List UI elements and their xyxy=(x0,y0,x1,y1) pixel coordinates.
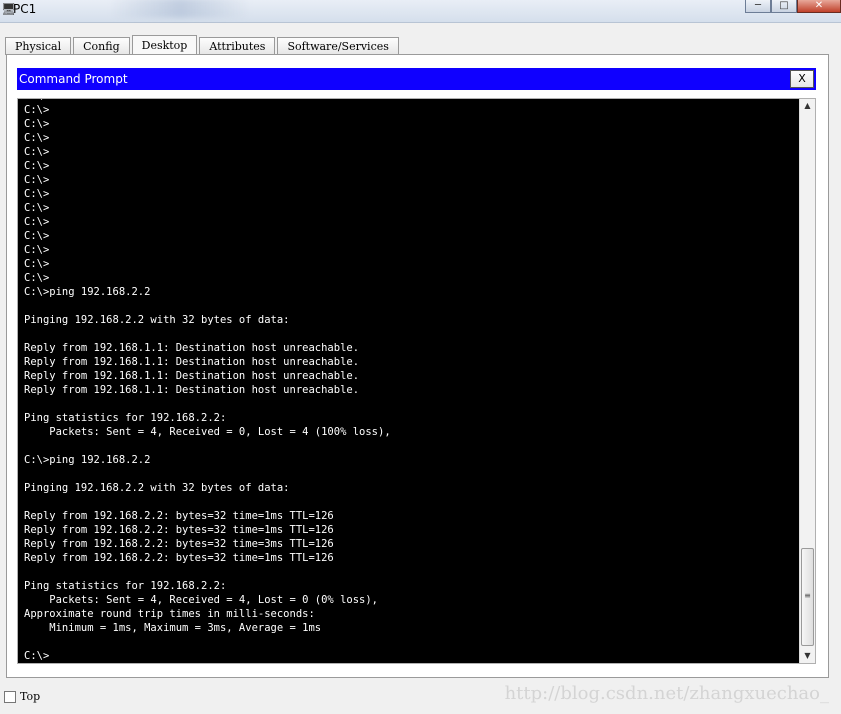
tab-config[interactable]: Config xyxy=(73,37,130,55)
close-button[interactable]: ✕ xyxy=(797,0,841,13)
terminal-line: Pinging 192.168.2.2 with 32 bytes of dat… xyxy=(24,314,290,326)
terminal-line: Reply from 192.168.2.2: bytes=32 time=1m… xyxy=(24,524,334,536)
blurred-background-text xyxy=(110,0,250,18)
terminal-line: Minimum = 1ms, Maximum = 3ms, Average = … xyxy=(24,622,322,634)
terminal-line: Reply from 192.168.1.1: Destination host… xyxy=(24,370,360,382)
scroll-down-arrow-icon[interactable]: ▼ xyxy=(800,649,815,663)
window-titlebar: 🖥 PC1 ─ □ ✕ xyxy=(0,0,841,23)
terminal-line: C:\> xyxy=(24,132,50,144)
command-prompt-close-button[interactable]: X xyxy=(790,70,814,88)
tab-bar: Physical Config Desktop Attributes Softw… xyxy=(5,35,401,56)
tab-software-services[interactable]: Software/Services xyxy=(277,37,399,55)
minimize-button[interactable]: ─ xyxy=(745,0,771,13)
maximize-button[interactable]: □ xyxy=(771,0,797,13)
terminal-line: Reply from 192.168.2.2: bytes=32 time=1m… xyxy=(24,510,334,522)
terminal-scrollbar[interactable]: ▲ ≡ ▼ xyxy=(799,99,815,663)
window-controls: ─ □ ✕ xyxy=(745,0,841,14)
window-title: PC1 xyxy=(13,2,37,16)
terminal-line: Reply from 192.168.2.2: bytes=32 time=1m… xyxy=(24,552,334,564)
terminal-line: Pinging 192.168.2.2 with 32 bytes of dat… xyxy=(24,482,290,494)
terminal-line: Reply from 192.168.2.2: bytes=32 time=3m… xyxy=(24,538,334,550)
scroll-up-arrow-icon[interactable]: ▲ xyxy=(800,99,815,113)
terminal-line: Approximate round trip times in milli-se… xyxy=(24,608,315,620)
top-checkbox-label: Top xyxy=(20,690,41,703)
tab-attributes[interactable]: Attributes xyxy=(199,37,276,55)
terminal-line: Reply from 192.168.1.1: Destination host… xyxy=(24,342,360,354)
terminal-line: C:\> xyxy=(24,272,50,284)
tab-physical[interactable]: Physical xyxy=(5,37,72,55)
command-prompt-title: Command Prompt xyxy=(19,72,128,86)
terminal-line: C:\> xyxy=(24,188,50,200)
scrollbar-thumb[interactable]: ≡ xyxy=(801,548,814,646)
pc-app-icon: 🖥 xyxy=(1,2,17,16)
terminal-line: C:\> xyxy=(24,230,50,242)
watermark-text: http://blog.csdn.net/zhangxuechao_ xyxy=(504,683,829,704)
terminal-output[interactable]: C:\> C:\> C:\> C:\> C:\> C:\> C:\> C:\> C:\> C:\>… xyxy=(18,99,799,663)
terminal-line: C:\> xyxy=(24,650,50,662)
terminal-line: C:\>ping 192.168.2.2 xyxy=(24,286,151,298)
terminal-line: C:\>ping 192.168.2.2 xyxy=(24,454,151,466)
terminal-window: C:\> C:\> C:\> C:\> C:\> C:\> C:\> C:\> C:\> C:\>… xyxy=(17,98,816,664)
terminal-line: Reply from 192.168.1.1: Destination host… xyxy=(24,356,360,368)
command-prompt-titlebar: Command Prompt X xyxy=(17,68,816,90)
scrollbar-grip-icon: ≡ xyxy=(804,591,811,600)
tab-desktop[interactable]: Desktop xyxy=(131,35,198,56)
terminal-line: C:\> xyxy=(24,258,50,270)
terminal-line: C:\> xyxy=(24,174,50,186)
terminal-line: Reply from 192.168.1.1: Destination host… xyxy=(24,384,360,396)
terminal-line: C:\> xyxy=(24,146,50,158)
terminal-line: Ping statistics for 192.168.2.2: xyxy=(24,580,227,592)
terminal-lines: C:\> C:\> C:\> C:\> C:\> C:\> C:\> C:\> C:\> C:\>… xyxy=(24,99,391,663)
terminal-line: Ping statistics for 192.168.2.2: xyxy=(24,412,227,424)
terminal-line: Packets: Sent = 4, Received = 4, Lost = … xyxy=(24,594,379,606)
desktop-panel: Command Prompt X C:\> C:\> C:\> C:\> C:\> C:\… xyxy=(6,54,829,678)
top-checkbox[interactable] xyxy=(4,691,16,703)
terminal-line: C:\> xyxy=(24,216,50,228)
terminal-line: C:\> xyxy=(24,104,50,116)
terminal-line: Packets: Sent = 4, Received = 0, Lost = … xyxy=(24,426,391,438)
terminal-line: C:\> xyxy=(24,160,50,172)
terminal-line: C:\> xyxy=(24,244,50,256)
terminal-line: C:\> xyxy=(24,118,50,130)
terminal-line: C:\> xyxy=(24,202,50,214)
